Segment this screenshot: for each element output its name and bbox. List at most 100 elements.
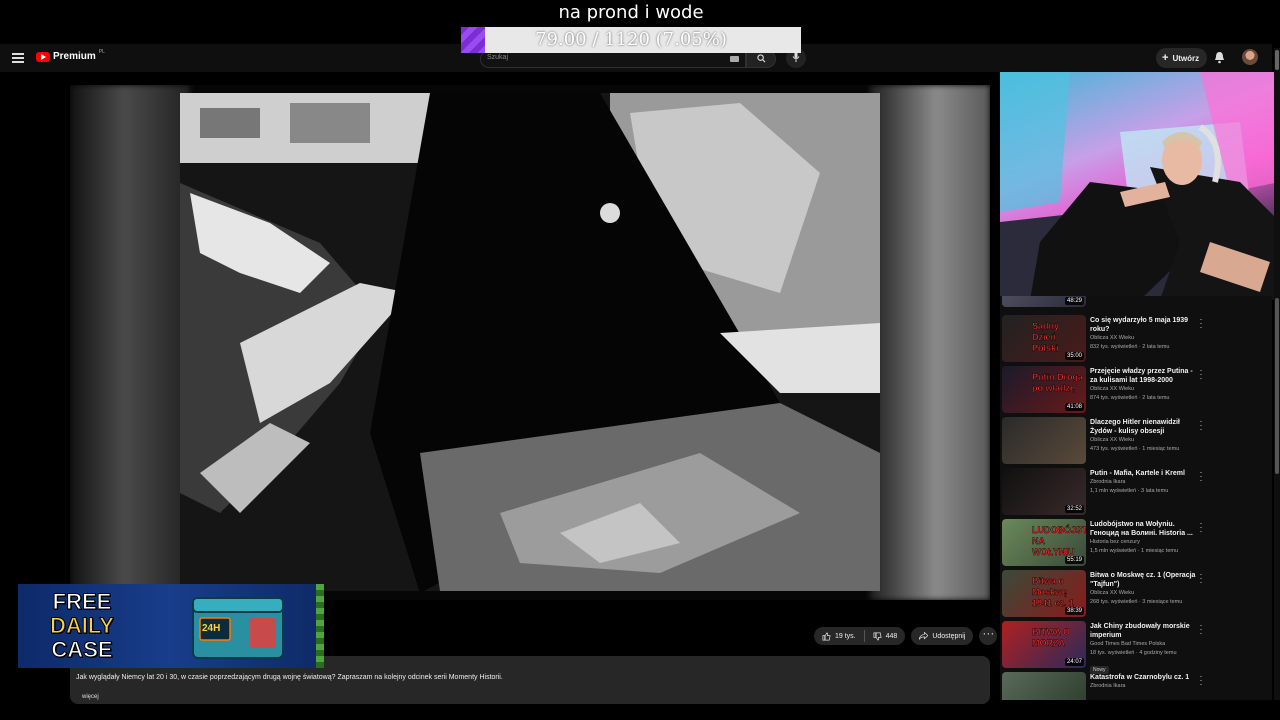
video-title[interactable]: Ludobójstwo na Wołyniu. Геноцид на Волин… xyxy=(1090,520,1202,538)
video-thumbnail[interactable]: LUDOBÓJSTWO NA WOŁYNIU55:19 xyxy=(1002,519,1086,566)
sidebar-video-item[interactable]: Katastrofa w Czarnobylu cz. 1 Zbrodnia Ik… xyxy=(1002,672,1270,700)
webcam-image xyxy=(1000,72,1280,300)
video-meta: Ludobójstwo na Wołyniu. Геноцид на Волин… xyxy=(1090,520,1202,556)
kebab-menu-icon[interactable]: · · · xyxy=(1198,621,1204,638)
donation-goal-bar: 79.00 / 1120 (7.05%) xyxy=(461,27,801,53)
youtube-logo[interactable]: Premium PL xyxy=(36,48,105,62)
video-duration: 55:19 xyxy=(1064,556,1084,564)
video-meta: Dlaczego Hitler nienawidził Żydów - kuli… xyxy=(1090,418,1202,454)
video-player[interactable] xyxy=(70,85,990,600)
kebab-menu-icon[interactable]: · · · xyxy=(1198,366,1204,383)
plus-icon: + xyxy=(1162,52,1169,64)
recommendations-sidebar: AYRZONA SEX48:29291 tys. wyświetleń · 11… xyxy=(1000,296,1272,700)
video-thumbnail[interactable]: Sądny Dzień Polski 35:00 xyxy=(1002,315,1086,362)
kebab-menu-icon[interactable]: · · · xyxy=(1198,672,1204,689)
video-stats: 832 tys. wyświetleń · 2 lata temu xyxy=(1090,344,1170,350)
page-scrollbar[interactable] xyxy=(1274,48,1280,700)
youtube-play-icon xyxy=(36,51,50,62)
kebab-menu-icon[interactable]: · · · xyxy=(1198,417,1204,434)
channel-name[interactable]: Oblicza XX Wieku xyxy=(1090,589,1202,598)
channel-name[interactable]: Good Times Bad Times Polska xyxy=(1090,640,1202,649)
channel-name[interactable]: Oblicza XX Wieku xyxy=(1090,334,1202,343)
description-more-link[interactable]: więcej xyxy=(82,694,99,700)
video-thumbnail[interactable] xyxy=(1002,417,1086,464)
video-thumbnail[interactable]: Putin Droga po władzę 41:08 xyxy=(1002,366,1086,413)
video-title[interactable]: Bitwa o Moskwę cz. 1 (Operacja "Tajfun") xyxy=(1090,571,1202,589)
kebab-menu-icon[interactable]: · · · xyxy=(1198,468,1204,485)
video-stats: 1,1 mln wyświetleń · 3 lata temu xyxy=(1090,488,1169,494)
sidebar-video-item[interactable]: AYRZONA SEX48:29291 tys. wyświetleń · 11… xyxy=(1002,296,1270,308)
stream-title: na prond i wode xyxy=(558,2,704,23)
sidebar-video-item[interactable]: Putin Droga po władzę 41:08 Przejęcie wład… xyxy=(1002,366,1270,414)
video-title[interactable]: Putin - Mafia, Kartele i Kreml xyxy=(1090,469,1202,478)
share-button[interactable]: Udostępnij xyxy=(911,627,974,645)
channel-name[interactable]: Zbrodnia Ikara xyxy=(1090,478,1202,487)
dislike-button[interactable]: 448 xyxy=(865,627,906,645)
video-thumbnail[interactable]: AYRZONA SEX48:29 xyxy=(1002,296,1086,307)
search-placeholder: Szukaj xyxy=(487,54,509,61)
logo-text: Premium xyxy=(53,51,96,62)
channel-name[interactable]: Oblicza XX Wieku xyxy=(1090,385,1202,394)
kebab-menu-icon[interactable]: · · · xyxy=(1198,315,1204,332)
video-thumbnail[interactable]: 32:52 xyxy=(1002,468,1086,515)
thumbnail-caption: BITWA O MORZA xyxy=(1032,627,1071,648)
ad-line-case: CASE xyxy=(51,637,113,662)
ad-line-free: FREE xyxy=(52,589,112,614)
share-label: Udostępnij xyxy=(932,632,966,640)
channel-name[interactable]: Zbrodnia Ikara xyxy=(1090,682,1202,691)
like-button[interactable]: 19 tys. xyxy=(814,627,864,645)
user-avatar[interactable] xyxy=(1242,49,1258,65)
sidebar-video-item[interactable]: LUDOBÓJSTWO NA WOŁYNIU55:19Ludobójstwo n… xyxy=(1002,519,1270,567)
scrollbar-top-thumb[interactable] xyxy=(1275,50,1279,70)
notifications-bell-icon[interactable] xyxy=(1214,51,1225,64)
video-title[interactable]: Dlaczego Hitler nienawidził Żydów - kuli… xyxy=(1090,418,1202,436)
video-thumbnail[interactable] xyxy=(1002,672,1086,700)
thumbnail-caption: Putin Droga po władzę xyxy=(1032,372,1083,393)
thumbnail-caption: LUDOBÓJSTWO NA WOŁYNIU xyxy=(1032,525,1086,557)
kebab-menu-icon[interactable]: · · · xyxy=(1198,570,1204,587)
video-duration: 32:52 xyxy=(1064,505,1084,513)
video-thumbnail[interactable]: Bitwa o Moskwę 1941 cz. 1 38:39 xyxy=(1002,570,1086,617)
video-actions: 19 tys. 448 Udostępnij xyxy=(814,626,998,646)
video-duration: 38:39 xyxy=(1064,607,1084,615)
player-blur-left xyxy=(70,85,190,600)
hamburger-menu-icon[interactable] xyxy=(12,53,24,63)
create-label: Utwórz xyxy=(1172,53,1200,63)
video-title[interactable]: Co się wydarzyło 5 maja 1939 roku? xyxy=(1090,316,1202,334)
video-frame-image xyxy=(180,93,880,591)
description-text: Jak wyglądały Niemcy lat 20 i 30, w czas… xyxy=(76,674,503,681)
video-stats: 18 tys. wyświetleń · 4 godziny temu xyxy=(1090,650,1177,656)
microphone-icon xyxy=(792,52,800,62)
sidebar-video-item[interactable]: Dlaczego Hitler nienawidził Żydów - kuli… xyxy=(1002,417,1270,465)
ad-edge-stripe xyxy=(316,584,324,668)
video-thumbnail[interactable]: BITWA O MORZA 24:07 xyxy=(1002,621,1086,668)
video-title[interactable]: Jak Chiny zbudowały morskie imperium xyxy=(1090,622,1202,640)
sidebar-video-item[interactable]: 32:52 Putin - Mafia, Kartele i Kreml Zbrod… xyxy=(1002,468,1270,516)
scrollbar-thumb[interactable] xyxy=(1275,298,1279,474)
more-actions-button[interactable] xyxy=(979,626,998,645)
video-duration: 48:29 xyxy=(1064,297,1084,305)
sidebar-video-item[interactable]: Sądny Dzień Polski 35:00 Co się wydarzyło … xyxy=(1002,315,1270,363)
video-duration: 41:08 xyxy=(1064,403,1084,411)
thumbnail-caption: Bitwa o Moskwę 1941 cz. 1 xyxy=(1032,576,1075,608)
channel-name[interactable]: Historia bez cenzury xyxy=(1090,538,1202,547)
thumbs-down-icon xyxy=(873,632,882,640)
keyboard-icon[interactable] xyxy=(730,56,739,62)
ad-line-daily: DAILY xyxy=(50,613,115,638)
channel-name[interactable]: Oblicza XX Wieku xyxy=(1090,436,1202,445)
video-stats: 268 tys. wyświetleń · 3 miesiące temu xyxy=(1090,599,1183,605)
video-meta: Katastrofa w Czarnobylu cz. 1 Zbrodnia Ik… xyxy=(1090,673,1202,691)
video-title[interactable]: Przejęcie władzy przez Putina - za kulis… xyxy=(1090,367,1202,385)
logo-region: PL xyxy=(98,48,105,55)
video-meta: Putin - Mafia, Kartele i Kreml Zbrodnia I… xyxy=(1090,469,1202,496)
create-button[interactable]: + Utwórz xyxy=(1156,48,1208,68)
share-icon xyxy=(919,632,929,640)
sidebar-video-item[interactable]: BITWA O MORZA 24:07 Jak Chiny zbudowały mo… xyxy=(1002,621,1270,674)
video-duration: 24:07 xyxy=(1064,658,1084,666)
ad-headline: FREE DAILY CASE xyxy=(50,589,115,662)
like-count: 19 tys. xyxy=(835,632,856,640)
kebab-menu-icon[interactable]: · · · xyxy=(1198,519,1204,536)
sidebar-video-item[interactable]: Bitwa o Moskwę 1941 cz. 1 38:39 Bitwa o Mo… xyxy=(1002,570,1270,618)
video-stats: 874 tys. wyświetleń · 2 lata temu xyxy=(1090,395,1170,401)
video-title[interactable]: Katastrofa w Czarnobylu cz. 1 xyxy=(1090,673,1202,682)
